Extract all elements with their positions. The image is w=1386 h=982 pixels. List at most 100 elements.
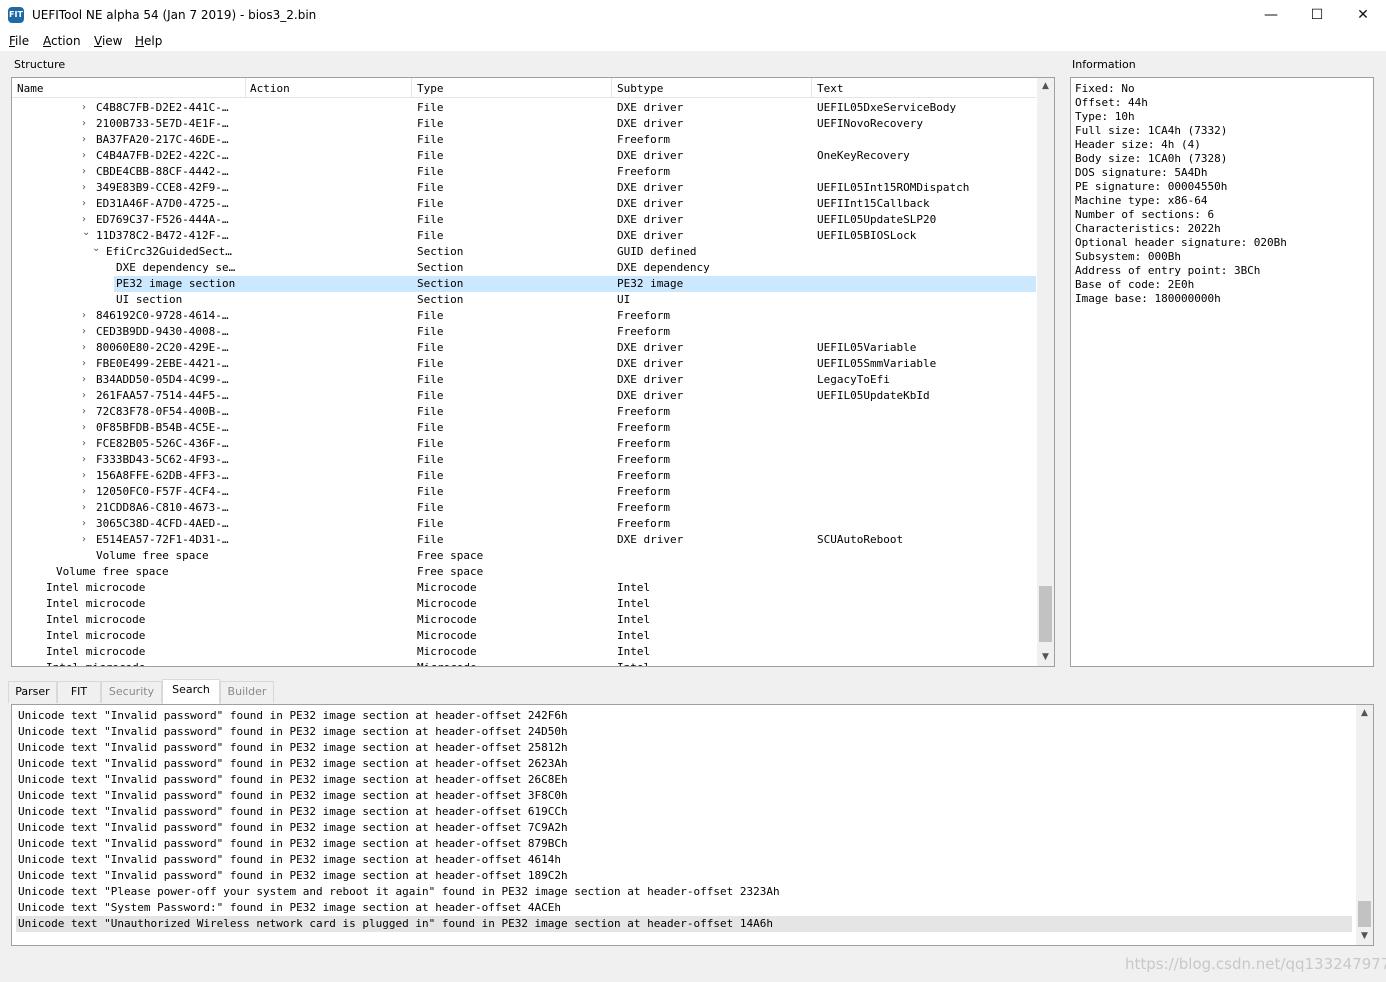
tree-row[interactable]: › E514EA57-72F1-4D31-… File DXE driver SCUAu…: [12, 532, 1036, 548]
scroll-down-icon[interactable]: ▼: [1037, 649, 1054, 666]
tree-row[interactable]: › 349E83B9-CCE8-42F9-… File DXE driver UEFIL…: [12, 180, 1036, 196]
tree-scrollbar[interactable]: ▲ ▼: [1037, 78, 1054, 666]
tree-row[interactable]: › CED3B9DD-9430-4008-… File Freeform: [12, 324, 1036, 340]
expanded-arrow-icon[interactable]: ⌄: [92, 241, 102, 257]
search-result-item[interactable]: Unicode text "Invalid password" found in…: [18, 740, 568, 756]
search-scroll-thumb[interactable]: [1358, 901, 1371, 927]
search-result-item[interactable]: Unicode text "System Password:" found in…: [18, 900, 561, 916]
tree-row[interactable]: › C4B8C7FB-D2E2-441C-… File DXE driver UEFIL…: [12, 100, 1036, 116]
maximize-button[interactable]: ☐: [1294, 0, 1340, 31]
tree-row[interactable]: Intel microcode Microcode Intel: [12, 644, 1036, 660]
column-header-action[interactable]: Action: [250, 82, 290, 95]
search-result-item[interactable]: Unicode text "Invalid password" found in…: [18, 788, 568, 804]
tree-row[interactable]: › B34ADD50-05D4-4C99-… File DXE driver Legac…: [12, 372, 1036, 388]
tree-row[interactable]: › 846192C0-9728-4614-… File Freeform: [12, 308, 1036, 324]
menu-action[interactable]: Action: [43, 34, 81, 48]
collapsed-arrow-icon[interactable]: ›: [82, 452, 92, 468]
tab-search[interactable]: Search: [162, 679, 220, 704]
tree-row[interactable]: › 2100B733-5E7D-4E1F-… File DXE driver UEFIN…: [12, 116, 1036, 132]
collapsed-arrow-icon[interactable]: ›: [82, 196, 92, 212]
search-result-item[interactable]: Unicode text "Invalid password" found in…: [18, 804, 568, 820]
minimize-button[interactable]: —: [1248, 0, 1294, 31]
column-header-text[interactable]: Text: [817, 82, 844, 95]
tree-row[interactable]: › FCE82B05-526C-436F-… File Freeform: [12, 436, 1036, 452]
tree-row[interactable]: › 156A8FFE-62DB-4FF3-… File Freeform: [12, 468, 1036, 484]
column-header-name[interactable]: Name: [17, 82, 44, 95]
tab-fit[interactable]: FIT: [57, 681, 101, 703]
search-result-item[interactable]: Unicode text "Invalid password" found in…: [18, 820, 568, 836]
menu-file[interactable]: File: [9, 34, 29, 48]
collapsed-arrow-icon[interactable]: ›: [82, 404, 92, 420]
close-button[interactable]: ✕: [1340, 0, 1386, 31]
search-result-item[interactable]: Unicode text "Unauthorized Wireless netw…: [16, 916, 1352, 932]
tree-row[interactable]: Intel microcode Microcode Intel: [12, 596, 1036, 612]
tree-row[interactable]: Intel microcode Microcode Intel: [12, 628, 1036, 644]
tree-row[interactable]: › 0F85BFDB-B54B-4C5E-… File Freeform: [12, 420, 1036, 436]
search-result-item[interactable]: Unicode text "Invalid password" found in…: [18, 724, 568, 740]
collapsed-arrow-icon[interactable]: ›: [82, 484, 92, 500]
tree-row[interactable]: › ED31A46F-A7D0-4725-… File DXE driver UEFII…: [12, 196, 1036, 212]
collapsed-arrow-icon[interactable]: ›: [82, 500, 92, 516]
collapsed-arrow-icon[interactable]: ›: [82, 308, 92, 324]
tree-row[interactable]: Volume free space Free space: [12, 564, 1036, 580]
menu-view[interactable]: View: [94, 34, 122, 48]
tree-row[interactable]: › 21CDD8A6-C810-4673-… File Freeform: [12, 500, 1036, 516]
search-scroll-up-icon[interactable]: ▲: [1356, 705, 1373, 722]
collapsed-arrow-icon[interactable]: ›: [82, 116, 92, 132]
collapsed-arrow-icon[interactable]: ›: [82, 436, 92, 452]
tab-security[interactable]: Security: [101, 681, 162, 703]
tree-row[interactable]: › 261FAA57-7514-44F5-… File DXE driver UEFIL…: [12, 388, 1036, 404]
structure-tree[interactable]: Name Action Type Subtype Text › C4B8C7FB-…: [11, 77, 1055, 667]
search-result-item[interactable]: Unicode text "Invalid password" found in…: [18, 756, 568, 772]
search-result-item[interactable]: Unicode text "Invalid password" found in…: [18, 772, 568, 788]
tree-row[interactable]: Volume free space Free space: [12, 548, 1036, 564]
column-header-subtype[interactable]: Subtype: [617, 82, 663, 95]
tree-row[interactable]: › F333BD43-5C62-4F93-… File Freeform: [12, 452, 1036, 468]
tree-row[interactable]: › ED769C37-F526-444A-… File DXE driver UEFIL…: [12, 212, 1036, 228]
expanded-arrow-icon[interactable]: ⌄: [82, 225, 92, 241]
column-header-type[interactable]: Type: [417, 82, 444, 95]
search-scrollbar[interactable]: ▲ ▼: [1356, 705, 1373, 945]
tree-row[interactable]: Intel microcode Microcode Intel: [12, 612, 1036, 628]
search-result-item[interactable]: Unicode text "Invalid password" found in…: [18, 836, 568, 852]
tree-row[interactable]: › BA37FA20-217C-46DE-… File Freeform: [12, 132, 1036, 148]
collapsed-arrow-icon[interactable]: ›: [82, 180, 92, 196]
tree-row[interactable]: Intel microcode Microcode Intel: [12, 580, 1036, 596]
scroll-up-icon[interactable]: ▲: [1037, 78, 1054, 95]
collapsed-arrow-icon[interactable]: ›: [82, 100, 92, 116]
tree-row[interactable]: › CBDE4CBB-88CF-4442-… File Freeform: [12, 164, 1036, 180]
tab-parser[interactable]: Parser: [8, 681, 57, 703]
collapsed-arrow-icon[interactable]: ›: [82, 516, 92, 532]
search-result-item[interactable]: Unicode text "Invalid password" found in…: [18, 868, 568, 884]
search-results-panel[interactable]: Unicode text "Invalid password" found in…: [11, 704, 1374, 946]
collapsed-arrow-icon[interactable]: ›: [82, 388, 92, 404]
collapsed-arrow-icon[interactable]: ›: [82, 468, 92, 484]
collapsed-arrow-icon[interactable]: ›: [82, 420, 92, 436]
search-result-item[interactable]: Unicode text "Invalid password" found in…: [18, 852, 561, 868]
tree-row[interactable]: › C4B4A7FB-D2E2-422C-… File DXE driver OneKe…: [12, 148, 1036, 164]
menu-help[interactable]: Help: [135, 34, 162, 48]
tree-row[interactable]: › 3065C38D-4CFD-4AED-… File Freeform: [12, 516, 1036, 532]
tree-row[interactable]: PE32 image section Section PE32 image: [12, 276, 1036, 292]
collapsed-arrow-icon[interactable]: ›: [82, 164, 92, 180]
tree-row[interactable]: › 72C83F78-0F54-400B-… File Freeform: [12, 404, 1036, 420]
collapsed-arrow-icon[interactable]: ›: [82, 324, 92, 340]
tree-scroll-thumb[interactable]: [1039, 586, 1052, 642]
collapsed-arrow-icon[interactable]: ›: [82, 132, 92, 148]
tree-row[interactable]: DXE dependency se… Section DXE dependency: [12, 260, 1036, 276]
tree-row[interactable]: UI section Section UI: [12, 292, 1036, 308]
search-result-item[interactable]: Unicode text "Invalid password" found in…: [18, 708, 568, 724]
collapsed-arrow-icon[interactable]: ›: [82, 372, 92, 388]
tree-row[interactable]: ⌄ EfiCrc32GuidedSect… Section GUID defined: [12, 241, 1036, 260]
tree-row[interactable]: › 12050FC0-F57F-4CF4-… File Freeform: [12, 484, 1036, 500]
tree-row[interactable]: › 80060E80-2C20-429E-… File DXE driver UEFIL…: [12, 340, 1036, 356]
collapsed-arrow-icon[interactable]: ›: [82, 340, 92, 356]
tree-row[interactable]: › FBE0E499-2EBE-4421-… File DXE driver UEFIL…: [12, 356, 1036, 372]
collapsed-arrow-icon[interactable]: ›: [82, 356, 92, 372]
tree-row[interactable]: ⌄ 11D378C2-B472-412F-… File DXE driver UEFIL…: [12, 225, 1036, 244]
search-result-item[interactable]: Unicode text "Please power-off your syst…: [18, 884, 780, 900]
collapsed-arrow-icon[interactable]: ›: [82, 148, 92, 164]
search-scroll-down-icon[interactable]: ▼: [1356, 928, 1373, 945]
tree-row[interactable]: Intel microcode Microcode Intel: [12, 660, 1036, 666]
tab-builder[interactable]: Builder: [220, 681, 274, 703]
